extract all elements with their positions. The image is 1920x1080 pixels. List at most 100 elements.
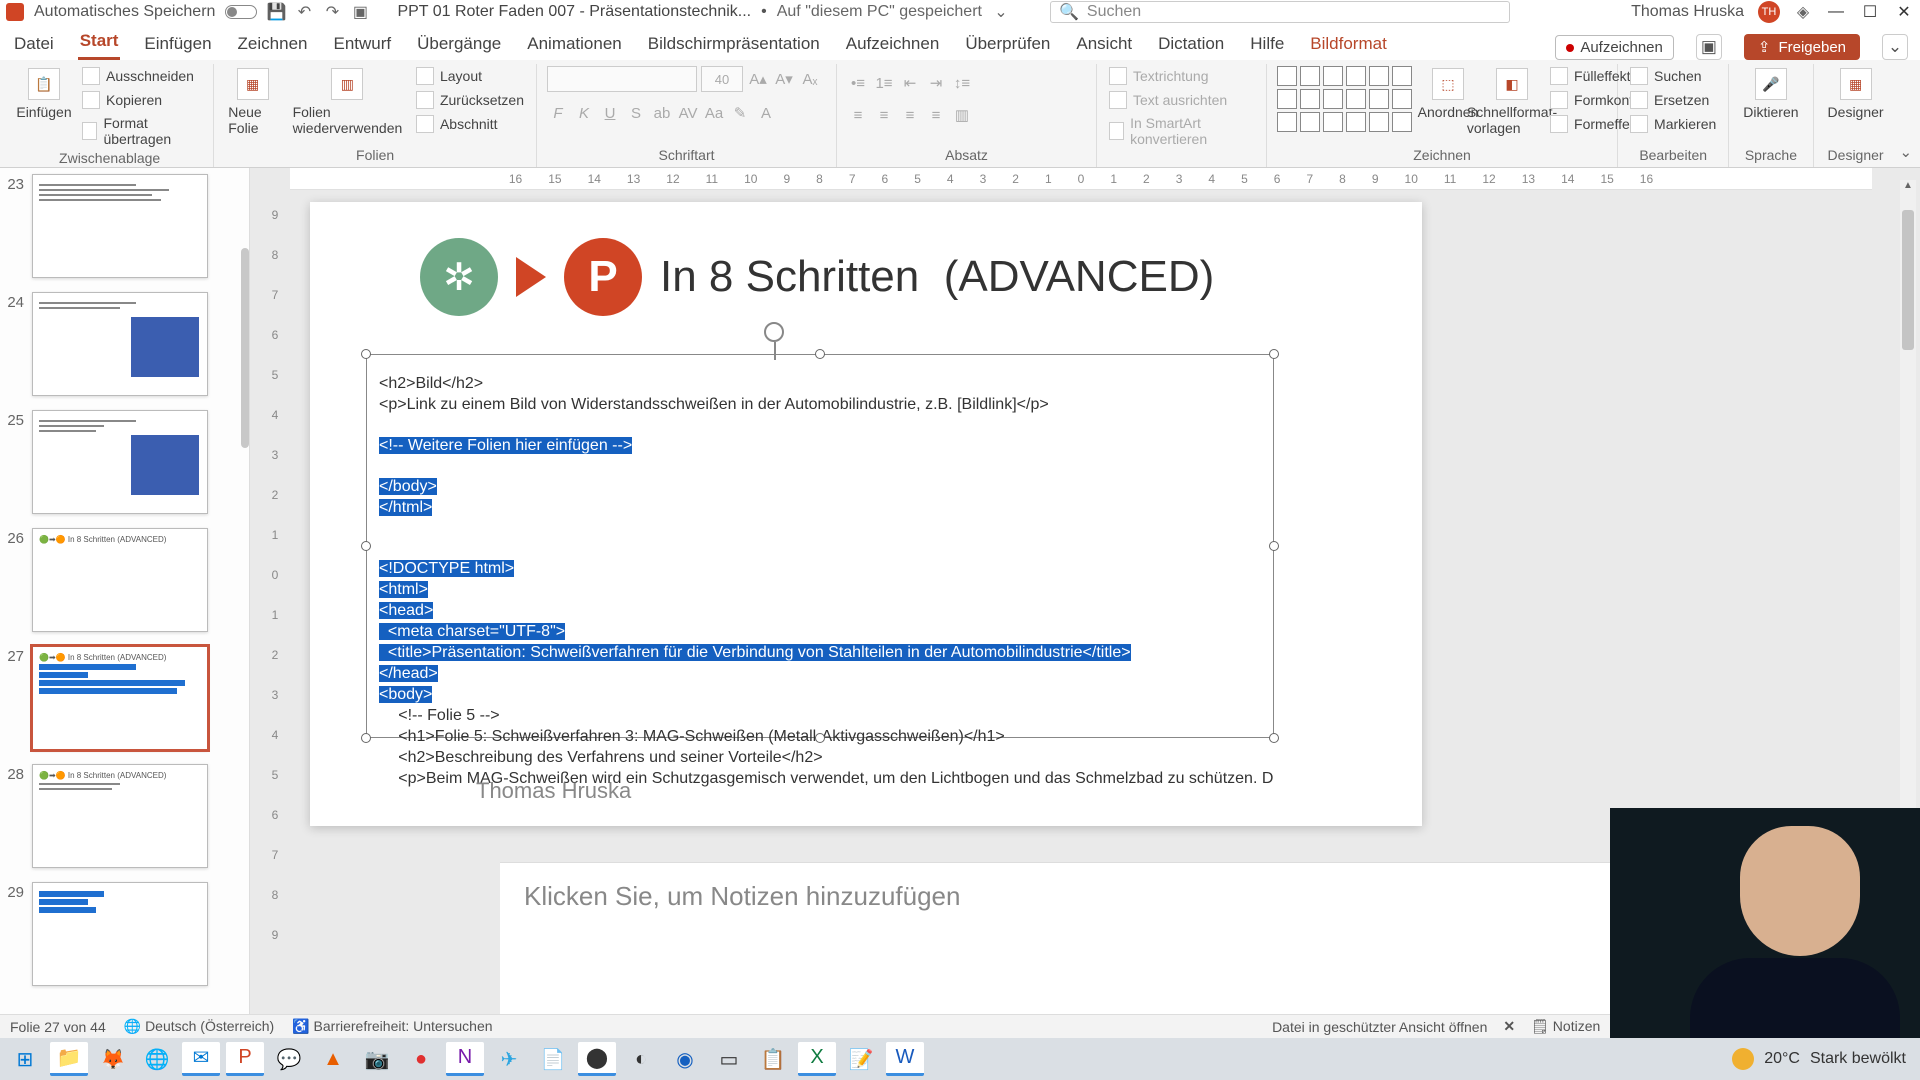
resize-handle[interactable] xyxy=(815,733,825,743)
cut-button[interactable]: Ausschneiden xyxy=(80,66,203,86)
designer-button[interactable]: ▦Designer xyxy=(1824,66,1888,122)
ribbon-options-icon[interactable]: ⌄ xyxy=(1900,143,1913,161)
tab-uebergaenge[interactable]: Übergänge xyxy=(415,28,503,60)
taskbar-powerpoint[interactable]: P xyxy=(226,1042,264,1076)
present-mini-button[interactable]: ▣ xyxy=(1696,34,1722,60)
tab-animationen[interactable]: Animationen xyxy=(525,28,624,60)
taskbar-app7[interactable]: ▭ xyxy=(710,1042,748,1076)
rotate-handle[interactable] xyxy=(764,322,784,342)
italic-button[interactable]: K xyxy=(573,102,595,124)
tab-bildschirm[interactable]: Bildschirmpräsentation xyxy=(646,28,822,60)
indent-button[interactable]: ⇥ xyxy=(925,72,947,94)
maximize-button[interactable]: ☐ xyxy=(1860,2,1880,22)
align-center-button[interactable]: ≡ xyxy=(873,104,895,126)
dictate-button[interactable]: 🎤Diktieren xyxy=(1739,66,1802,122)
decrease-font-icon[interactable]: A▾ xyxy=(773,68,795,90)
font-family-select[interactable] xyxy=(547,66,697,92)
notes-toggle[interactable]: 🗒 Notizen xyxy=(1531,1018,1600,1035)
select-button[interactable]: Markieren xyxy=(1628,114,1718,134)
resize-handle[interactable] xyxy=(361,541,371,551)
layout-button[interactable]: Layout xyxy=(414,66,526,86)
taskbar-obs[interactable]: ⬤ xyxy=(578,1042,616,1076)
tab-bildformat[interactable]: Bildformat xyxy=(1308,28,1389,60)
ribbon-collapse-button[interactable]: ⌄ xyxy=(1882,34,1908,60)
thumbnail-28[interactable]: 28🟢➡🟠 In 8 Schritten (ADVANCED) xyxy=(4,764,241,868)
font-color-button[interactable]: A xyxy=(755,102,777,124)
slide-counter[interactable]: Folie 27 von 44 xyxy=(10,1019,106,1035)
share-button[interactable]: ⇪Freigeben xyxy=(1744,34,1860,60)
taskbar-explorer[interactable]: 📁 xyxy=(50,1042,88,1076)
numbering-button[interactable]: 1≡ xyxy=(873,72,895,94)
taskbar-vlc[interactable]: ▲ xyxy=(314,1042,352,1076)
outdent-button[interactable]: ⇤ xyxy=(899,72,921,94)
search-box[interactable]: 🔍 Suchen xyxy=(1050,1,1510,23)
resize-handle[interactable] xyxy=(815,349,825,359)
tab-einfuegen[interactable]: Einfügen xyxy=(142,28,213,60)
taskbar-onenote[interactable]: N xyxy=(446,1042,484,1076)
resize-handle[interactable] xyxy=(1269,349,1279,359)
tab-ueberpruefen[interactable]: Überprüfen xyxy=(963,28,1052,60)
replace-button[interactable]: Ersetzen xyxy=(1628,90,1718,110)
taskbar-app1[interactable]: 💬 xyxy=(270,1042,308,1076)
thumbnail-27[interactable]: 27🟢➡🟠 In 8 Schritten (ADVANCED) xyxy=(4,646,241,750)
thumbnail-24[interactable]: 24 xyxy=(4,292,241,396)
find-button[interactable]: Suchen xyxy=(1628,66,1718,86)
section-button[interactable]: Abschnitt xyxy=(414,114,526,134)
shadow-button[interactable]: ab xyxy=(651,102,673,124)
taskbar-app4[interactable]: 📄 xyxy=(534,1042,572,1076)
bullets-button[interactable]: •≡ xyxy=(847,72,869,94)
taskbar-firefox[interactable]: 🦊 xyxy=(94,1042,132,1076)
start-button[interactable]: ⊞ xyxy=(6,1042,44,1076)
minimize-button[interactable]: — xyxy=(1826,2,1846,22)
tab-hilfe[interactable]: Hilfe xyxy=(1248,28,1286,60)
temperature[interactable]: 20°C xyxy=(1764,1050,1800,1068)
align-right-button[interactable]: ≡ xyxy=(899,104,921,126)
taskbar-telegram[interactable]: ✈ xyxy=(490,1042,528,1076)
highlight-button[interactable]: ✎ xyxy=(729,102,751,124)
taskbar-chrome[interactable]: 🌐 xyxy=(138,1042,176,1076)
spacing-button[interactable]: AV xyxy=(677,102,699,124)
case-button[interactable]: Aa xyxy=(703,102,725,124)
protected-view-close[interactable]: ✕ xyxy=(1503,1018,1515,1035)
taskbar-app5[interactable]: ◐ xyxy=(622,1042,660,1076)
resize-handle[interactable] xyxy=(1269,541,1279,551)
language-button[interactable]: 🌐 Deutsch (Österreich) xyxy=(124,1018,274,1035)
tab-entwurf[interactable]: Entwurf xyxy=(331,28,393,60)
save-icon[interactable]: 💾 xyxy=(267,3,285,21)
avatar[interactable]: TH xyxy=(1758,1,1780,23)
present-icon[interactable]: ▣ xyxy=(351,3,369,21)
close-button[interactable]: ✕ xyxy=(1894,2,1914,22)
taskbar-word[interactable]: W xyxy=(886,1042,924,1076)
tab-datei[interactable]: Datei xyxy=(12,28,56,60)
quick-styles-button[interactable]: ◧Schnellformat-vorlagen xyxy=(1484,66,1540,138)
underline-button[interactable]: U xyxy=(599,102,621,124)
protected-view-link[interactable]: Datei in geschützter Ansicht öffnen xyxy=(1272,1019,1487,1035)
record-button[interactable]: Aufzeichnen xyxy=(1555,35,1674,60)
taskbar-excel[interactable]: X xyxy=(798,1042,836,1076)
thumbnail-25[interactable]: 25 xyxy=(4,410,241,514)
diamond-icon[interactable]: ◈ xyxy=(1794,3,1812,21)
taskbar-notepad[interactable]: 📝 xyxy=(842,1042,880,1076)
thumbnail-26[interactable]: 26🟢➡🟠 In 8 Schritten (ADVANCED) xyxy=(4,528,241,632)
code-content[interactable]: <h2>Bild</h2> <p>Link zu einem Bild von … xyxy=(367,355,1273,797)
resize-handle[interactable] xyxy=(361,733,371,743)
shapes-gallery[interactable] xyxy=(1277,66,1412,132)
autosave-toggle[interactable] xyxy=(225,5,257,19)
paste-button[interactable]: 📋Einfügen xyxy=(16,66,72,122)
chevron-down-icon[interactable]: ⌄ xyxy=(992,3,1010,21)
selected-textbox[interactable]: <h2>Bild</h2> <p>Link zu einem Bild von … xyxy=(366,354,1274,738)
font-size-select[interactable]: 40 xyxy=(701,66,743,92)
tab-aufzeichnen[interactable]: Aufzeichnen xyxy=(844,28,942,60)
linespacing-button[interactable]: ↕≡ xyxy=(951,72,973,94)
columns-button[interactable]: ▥ xyxy=(951,104,973,126)
thumbnail-23[interactable]: 23 xyxy=(4,174,241,278)
accessibility-button[interactable]: ♿ Barrierefreiheit: Untersuchen xyxy=(292,1018,492,1035)
clear-format-icon[interactable]: Aₓ xyxy=(799,68,821,90)
align-left-button[interactable]: ≡ xyxy=(847,104,869,126)
copy-button[interactable]: Kopieren xyxy=(80,90,203,110)
slide[interactable]: ✲ P In 8 Schritten (ADVANCED) <h2>Bild</… xyxy=(310,202,1422,826)
taskbar-outlook[interactable]: ✉ xyxy=(182,1042,220,1076)
redo-icon[interactable]: ↷ xyxy=(323,3,341,21)
resize-handle[interactable] xyxy=(361,349,371,359)
tab-zeichnen[interactable]: Zeichnen xyxy=(236,28,310,60)
